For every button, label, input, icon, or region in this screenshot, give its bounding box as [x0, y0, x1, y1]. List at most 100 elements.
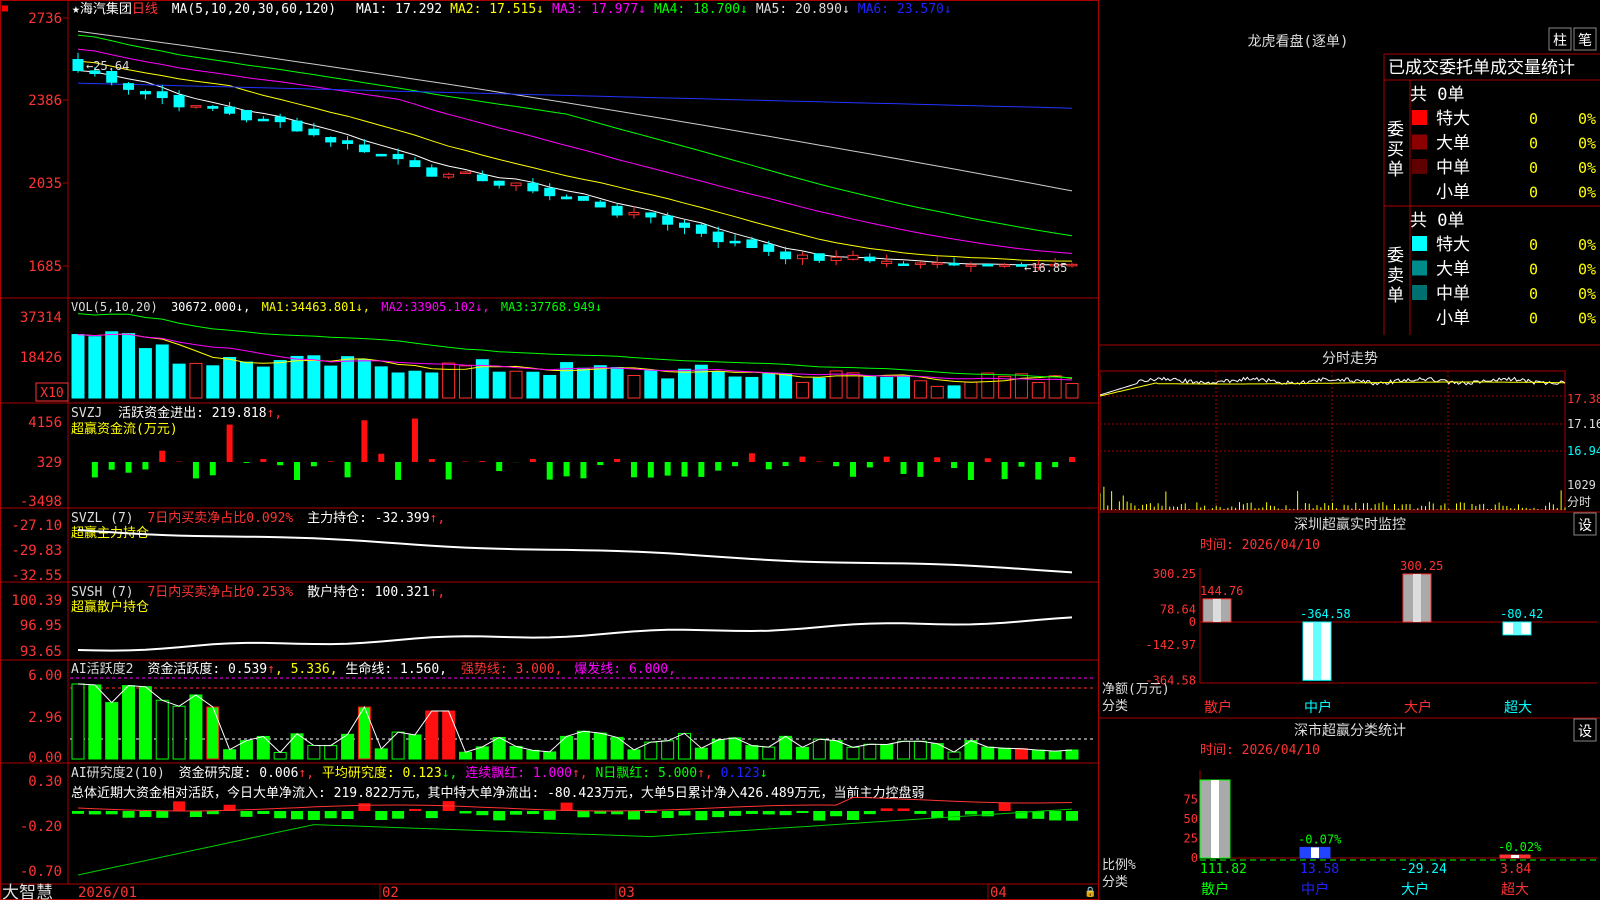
ma-line-1: [77, 70, 1073, 266]
sell-total: 共 0单: [1410, 211, 1464, 231]
candle: [931, 262, 943, 265]
volume-bar: [829, 370, 843, 399]
sell-row-pct: 0%: [1578, 285, 1596, 303]
sell-order-block: 共 0单委卖单 特大 0 0% 大单 0 0% 中单 0 0% 小单 0 0%: [1387, 211, 1596, 329]
sell-side-label: 委: [1387, 246, 1404, 266]
fund-flow-bar: [630, 462, 637, 478]
activity-bar: [745, 745, 759, 760]
date-label-1: 2026/01: [78, 885, 137, 900]
candle: [645, 212, 657, 218]
low-price-mark: ←16.85: [1024, 261, 1067, 275]
activity-bar: [947, 751, 961, 760]
candle: [948, 262, 960, 266]
research-bar: [307, 811, 320, 820]
volume-bar: [846, 372, 860, 399]
sz-class-bar-highlight: [1511, 855, 1519, 858]
activity-bar: [1014, 748, 1028, 760]
sell-row-pct: 0%: [1578, 261, 1596, 279]
volume-bar: [374, 366, 388, 399]
sell-side-label: 卖: [1387, 266, 1404, 286]
activity-bar: [408, 734, 422, 760]
volume-bar: [71, 334, 85, 399]
period-label: 日线: [132, 2, 158, 17]
candle: [679, 222, 691, 228]
activity-bar: [829, 740, 843, 760]
sz-class-time: 时间: 2026/04/10: [1200, 743, 1320, 758]
svzj-axis-bottom: -3498: [20, 494, 62, 510]
candle: [611, 205, 623, 216]
ma-value-1: MA1: 17.292: [356, 2, 442, 17]
sz-class-value: -29.24: [1400, 862, 1447, 877]
sz-monitor-bar-highlight: [1413, 574, 1421, 622]
research-bar: [189, 811, 202, 818]
research-bar: [729, 811, 742, 816]
research-bar: [762, 811, 775, 815]
fund-flow-bar: [361, 420, 368, 462]
sell-row-label: 中单: [1436, 284, 1470, 304]
buy-row-label: 大单: [1436, 134, 1470, 154]
fund-flow-bar: [934, 457, 941, 462]
lock-icon[interactable]: 🔒: [1084, 886, 1096, 898]
research-bar: [425, 811, 438, 819]
candle: [847, 254, 859, 260]
candle: [965, 264, 977, 267]
fund-flow-bar: [378, 453, 385, 462]
activity-bar: [1065, 749, 1079, 760]
volume-bar: [273, 360, 287, 399]
sz-class-axis-label: 25: [1184, 832, 1198, 846]
volume-bar: [307, 355, 321, 399]
volume-bar: [627, 375, 641, 399]
activity-bar: [88, 684, 102, 760]
activity-bar: [189, 694, 203, 760]
candle: [594, 201, 606, 208]
sell-row-count: 0: [1529, 236, 1538, 254]
fund-flow-bar: [580, 462, 587, 479]
candle: [72, 59, 84, 72]
candle: [780, 251, 792, 260]
research-bar: [375, 811, 388, 820]
fund-flow-bar: [445, 462, 452, 480]
activity-bar: [576, 730, 590, 760]
sell-row-label: 小单: [1436, 309, 1470, 329]
svzj-header: SVZJ 活跃资金进出: 219.818↑,: [71, 405, 282, 421]
candle: [358, 144, 370, 153]
candle: [308, 128, 320, 136]
volume-bar: [408, 370, 422, 399]
candle: [476, 174, 488, 182]
research-bar: [122, 811, 135, 818]
activity-bar: [593, 732, 607, 760]
svzl-header: SVZL (7) 7日内买卖净占比0.092% 主力持仓: -32.399↑,: [71, 510, 445, 526]
fund-flow-bar: [765, 462, 772, 470]
volume-bar: [644, 370, 658, 399]
research-bar: [139, 811, 152, 818]
sz-monitor-bar-highlight: [1313, 622, 1321, 681]
research-bar: [779, 811, 792, 816]
research-bar: [644, 811, 657, 814]
candle: [325, 137, 337, 143]
svzj-axis-top: 4156: [28, 415, 62, 431]
buy-color-swatch: [1412, 159, 1427, 174]
intraday-unit: 分时: [1567, 495, 1591, 509]
window-square-icon: ■: [2, 3, 8, 14]
activity-bar: [122, 685, 136, 760]
fund-flow-bar: [681, 462, 688, 477]
activity-bar: [425, 710, 439, 760]
research-bar: [830, 811, 843, 817]
main-chart-area[interactable]: ■ ★海汽集团日线 MA(5,10,20,30,60,120) MA1: 17.…: [0, 0, 1100, 900]
volume-bar: [762, 373, 776, 399]
volume-bar: [930, 385, 944, 399]
ai-active-header: AI活跃度2 资金活跃度: 0.539↑, 5.336, 生命线: 1.560,…: [71, 661, 676, 677]
volume-bar: [357, 359, 371, 399]
fund-flow-bar: [1018, 462, 1025, 467]
research-bar: [173, 801, 186, 811]
sz-class-delta: -0.02%: [1498, 840, 1542, 854]
buy-color-swatch: [1412, 110, 1427, 125]
candle: [982, 263, 994, 267]
volume-bar: [711, 371, 725, 399]
ma-params: MA(5,10,20,30,60,120): [172, 2, 336, 17]
research-bar: [712, 811, 725, 818]
sz-class-value: 3.84: [1500, 862, 1531, 877]
research-bar: [981, 811, 994, 817]
ai-research-axis-bottom: -0.70: [20, 864, 62, 880]
buy-side-label: 单: [1387, 160, 1404, 180]
